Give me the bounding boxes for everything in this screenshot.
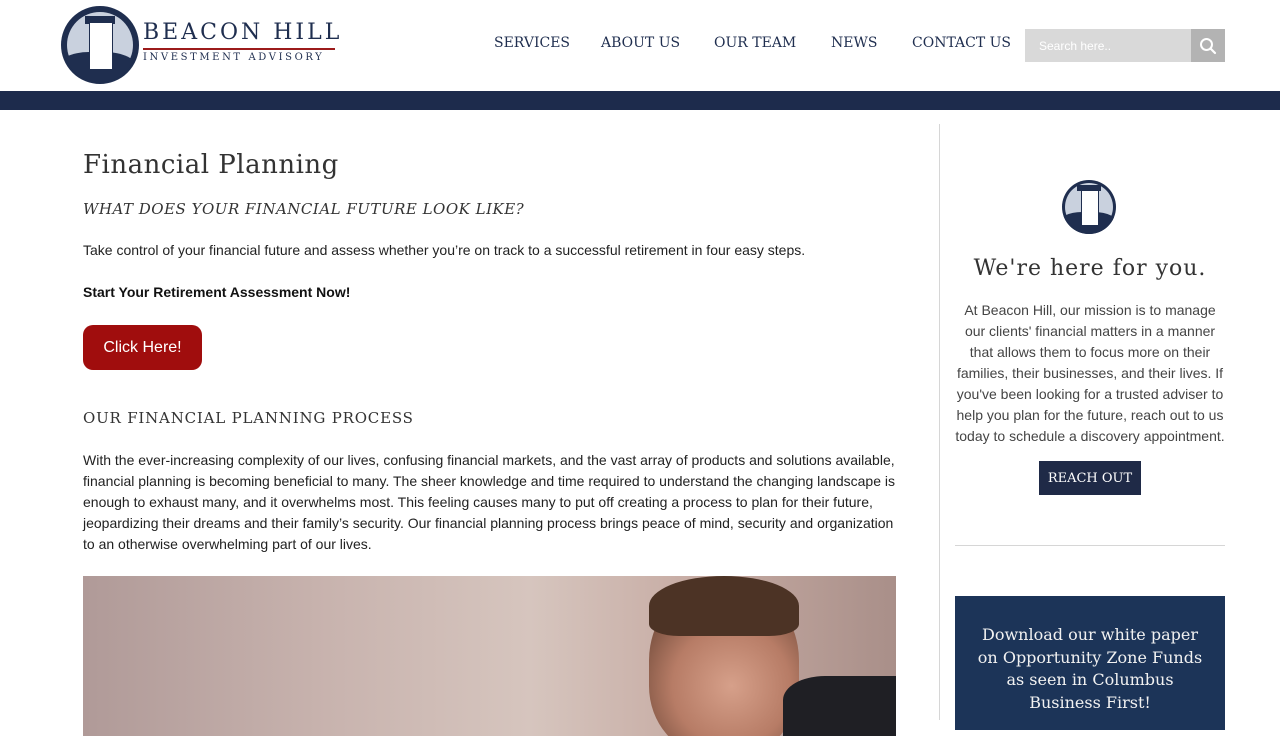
sidebar-divider: [955, 545, 1225, 546]
page-title: Financial Planning: [83, 150, 339, 180]
lighthouse-logo-icon: [61, 6, 139, 84]
nav-item-news[interactable]: NEWS: [831, 35, 877, 51]
assessment-cta-text: Start Your Retirement Assessment Now!: [83, 284, 351, 300]
page-subtitle: WHAT DOES YOUR FINANCIAL FUTURE LOOK LIK…: [83, 200, 525, 218]
advisor-photo: [83, 576, 896, 736]
nav-item-about-us[interactable]: ABOUT US: [601, 35, 680, 51]
process-heading: OUR FINANCIAL PLANNING PROCESS: [83, 409, 414, 427]
site-header: BEACON HILL INVESTMENT ADVISORY SERVICES…: [0, 0, 1280, 91]
search-button[interactable]: [1191, 29, 1225, 62]
brand-name: BEACON HILL: [143, 20, 343, 45]
lighthouse-logo-icon: [1062, 180, 1116, 234]
nav-item-services[interactable]: SERVICES: [494, 35, 570, 51]
sidebar-heading: We're here for you.: [973, 256, 1207, 281]
process-paragraph: With the ever-increasing complexity of o…: [83, 452, 895, 552]
search-icon: [1200, 37, 1217, 54]
brand-logo[interactable]: BEACON HILL INVESTMENT ADVISORY: [61, 6, 341, 84]
header-band: [0, 91, 1280, 110]
brand-tagline: INVESTMENT ADVISORY: [143, 52, 325, 63]
search-bar: [1025, 29, 1225, 62]
white-paper-promo[interactable]: Download our white paper on Opportunity …: [955, 596, 1225, 730]
nav-item-contact-us[interactable]: CONTACT US: [912, 35, 1011, 51]
brand-divider: [143, 48, 335, 50]
nav-item-our-team[interactable]: OUR TEAM: [714, 35, 796, 51]
intro-text: Take control of your financial future an…: [83, 242, 806, 258]
search-input[interactable]: [1025, 29, 1191, 62]
reach-out-button[interactable]: REACH OUT: [1039, 461, 1141, 495]
sidebar-mission-text: At Beacon Hill, our mission is to manage…: [955, 302, 1225, 444]
column-divider: [939, 124, 940, 720]
click-here-button[interactable]: Click Here!: [83, 325, 202, 370]
promo-text: Download our white paper on Opportunity …: [977, 625, 1203, 712]
